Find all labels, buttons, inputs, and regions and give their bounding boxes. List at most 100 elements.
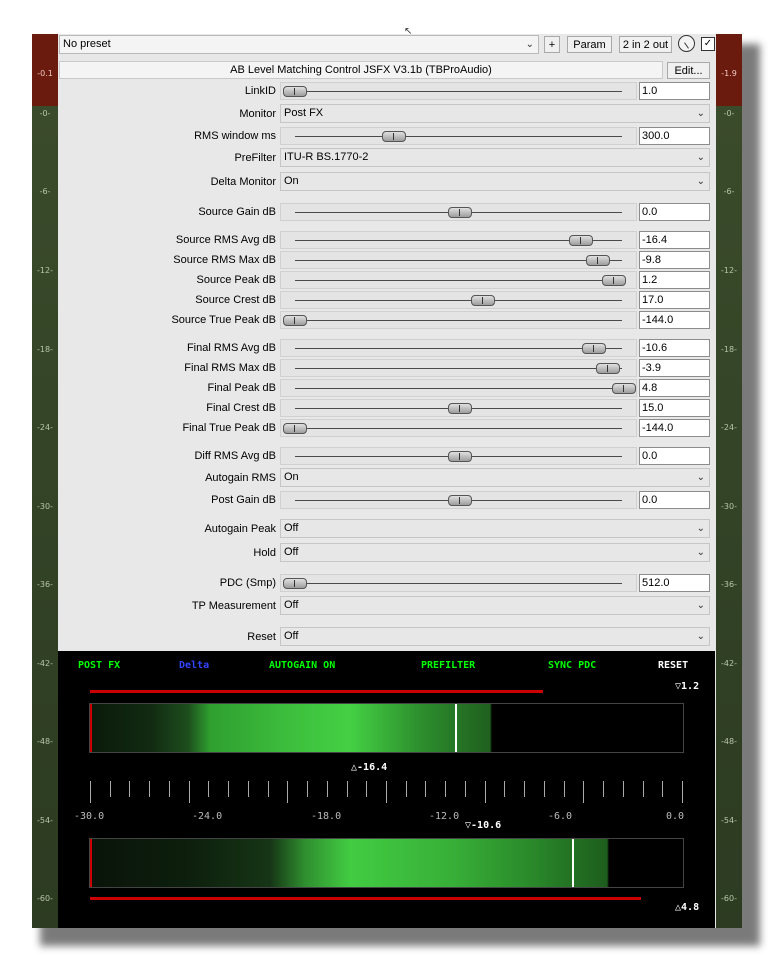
scale-label: -18.0 [311, 811, 342, 822]
final-rms-avg-value[interactable]: -10.6 [639, 339, 710, 357]
slider-thumb[interactable] [381, 131, 406, 142]
slider-thumb[interactable] [569, 235, 594, 246]
source-true-peak-value[interactable]: -144.0 [639, 311, 710, 329]
meter-tick: -36- [37, 580, 53, 589]
db-scale [90, 781, 684, 803]
slider-thumb[interactable] [447, 495, 472, 506]
linkid-value[interactable]: 1.0 [639, 82, 710, 100]
source-rms-max-slider[interactable] [280, 251, 637, 269]
source-rms-max-value[interactable]: -9.8 [639, 251, 710, 269]
delta-monitor-select[interactable]: On ⌄ [280, 172, 710, 191]
final-crest-slider[interactable] [280, 399, 637, 417]
scale-tick [268, 781, 269, 797]
source-rms-readout: △-16.4 [351, 762, 388, 773]
slider-thumb[interactable] [447, 403, 472, 414]
final-true-peak-value[interactable]: -144.0 [639, 419, 710, 437]
slider-thumb[interactable] [585, 255, 610, 266]
tp-measurement-select[interactable]: Off ⌄ [280, 596, 710, 615]
source-peak-slider[interactable] [280, 271, 637, 289]
final-peak-slider[interactable] [280, 379, 637, 397]
diff-rms-avg-value[interactable]: 0.0 [639, 447, 710, 465]
scale-tick [248, 781, 249, 797]
meter-tick: -54- [721, 816, 737, 825]
scale-tick [623, 781, 624, 797]
final-rms-avg-slider[interactable] [280, 339, 637, 357]
post-gain-slider[interactable] [280, 491, 637, 509]
reset-select[interactable]: Off ⌄ [280, 627, 710, 646]
source-gain-slider[interactable] [280, 203, 637, 221]
final-peak-value[interactable]: 4.8 [639, 379, 710, 397]
slider-thumb[interactable] [470, 295, 495, 306]
param-button[interactable]: Param [567, 36, 612, 53]
bypass-checkbox[interactable]: ✓ [701, 37, 715, 51]
hold-select[interactable]: Off ⌄ [280, 543, 710, 562]
meter-tick: -18- [721, 345, 737, 354]
slider-thumb[interactable] [612, 383, 636, 394]
autogain-button[interactable]: AUTOGAIN ON [269, 660, 335, 671]
source-true-peak-slider[interactable] [280, 311, 637, 329]
source-crest-value[interactable]: 17.0 [639, 291, 710, 309]
final-peak-readout: △4.8 [675, 902, 700, 913]
io-routing-button[interactable]: 2 in 2 out [619, 36, 672, 53]
final-rms-max-value[interactable]: -3.9 [639, 359, 710, 377]
wet-knob-icon[interactable] [678, 35, 695, 52]
source-rms-avg-slider[interactable] [280, 231, 637, 249]
sync-pdc-button[interactable]: SYNC PDC [548, 660, 596, 671]
rms-window-slider[interactable] [280, 127, 637, 145]
slider-thumb[interactable] [602, 275, 627, 286]
autogain-rms-select[interactable]: On ⌄ [280, 468, 710, 487]
source-peak-value[interactable]: 1.2 [639, 271, 710, 289]
prefilter-button[interactable]: PREFILTER [421, 660, 475, 671]
edit-button[interactable]: Edit... [667, 62, 710, 79]
source-rms-avg-value[interactable]: -16.4 [639, 231, 710, 249]
slider-thumb[interactable] [283, 423, 307, 434]
reset-button[interactable]: RESET [658, 660, 688, 671]
source-rms-text: -16.4 [357, 762, 388, 773]
slider-thumb[interactable] [582, 343, 607, 354]
slider-thumb[interactable] [447, 207, 472, 218]
autogain-peak-select[interactable]: Off ⌄ [280, 519, 710, 538]
final-rms-max-slider[interactable] [280, 359, 637, 377]
pdc-value[interactable]: 512.0 [639, 574, 710, 592]
slider-thumb[interactable] [595, 363, 620, 374]
autogain-peak-label: Autogain Peak [204, 523, 276, 535]
slider-thumb[interactable] [283, 315, 307, 326]
meter-tick: -12- [721, 266, 737, 275]
pdc-slider[interactable] [280, 574, 637, 592]
linkid-label: LinkID [244, 85, 276, 97]
monitor-label: Monitor [239, 108, 276, 120]
rms-window-value[interactable]: 300.0 [639, 127, 710, 145]
source-gain-value[interactable]: 0.0 [639, 203, 710, 221]
chevron-down-icon: ⌄ [696, 472, 705, 483]
slider-thumb[interactable] [283, 578, 307, 589]
source-crest-slider[interactable] [280, 291, 637, 309]
source-rms-marker [455, 704, 457, 752]
post-fx-button[interactable]: POST FX [78, 660, 120, 671]
source-gain-label: Source Gain dB [198, 206, 276, 218]
scale-tick [406, 781, 407, 797]
add-preset-button[interactable]: + [544, 36, 560, 53]
reset-label: Reset [247, 631, 276, 643]
slider-thumb[interactable] [283, 86, 307, 97]
prefilter-select[interactable]: ITU-R BS.1770-2 ⌄ [280, 148, 710, 167]
linkid-slider[interactable] [280, 82, 637, 100]
diff-rms-avg-slider[interactable] [280, 447, 637, 465]
scale-label: -12.0 [429, 811, 460, 822]
monitor-select[interactable]: Post FX ⌄ [280, 104, 710, 123]
post-gain-value[interactable]: 0.0 [639, 491, 710, 509]
meter-tick: -6- [723, 187, 735, 196]
scale-tick [169, 781, 170, 797]
delta-button[interactable]: Delta [179, 660, 209, 671]
chevron-down-icon: ⌄ [696, 631, 705, 642]
slider-thumb[interactable] [447, 451, 472, 462]
source-crest-label: Source Crest dB [195, 294, 276, 306]
source-peak-line [90, 690, 543, 693]
scale-tick [583, 781, 584, 803]
scale-tick [504, 781, 505, 797]
scale-tick [682, 781, 683, 803]
final-crest-value[interactable]: 15.0 [639, 399, 710, 417]
final-true-peak-slider[interactable] [280, 419, 637, 437]
right-level-meter: -1.9 -0- -6- -12- -18- -24- -30- -36- -4… [716, 34, 742, 928]
preset-select[interactable]: No preset ⌄ [59, 35, 539, 54]
autogain-peak-value: Off [284, 522, 299, 534]
